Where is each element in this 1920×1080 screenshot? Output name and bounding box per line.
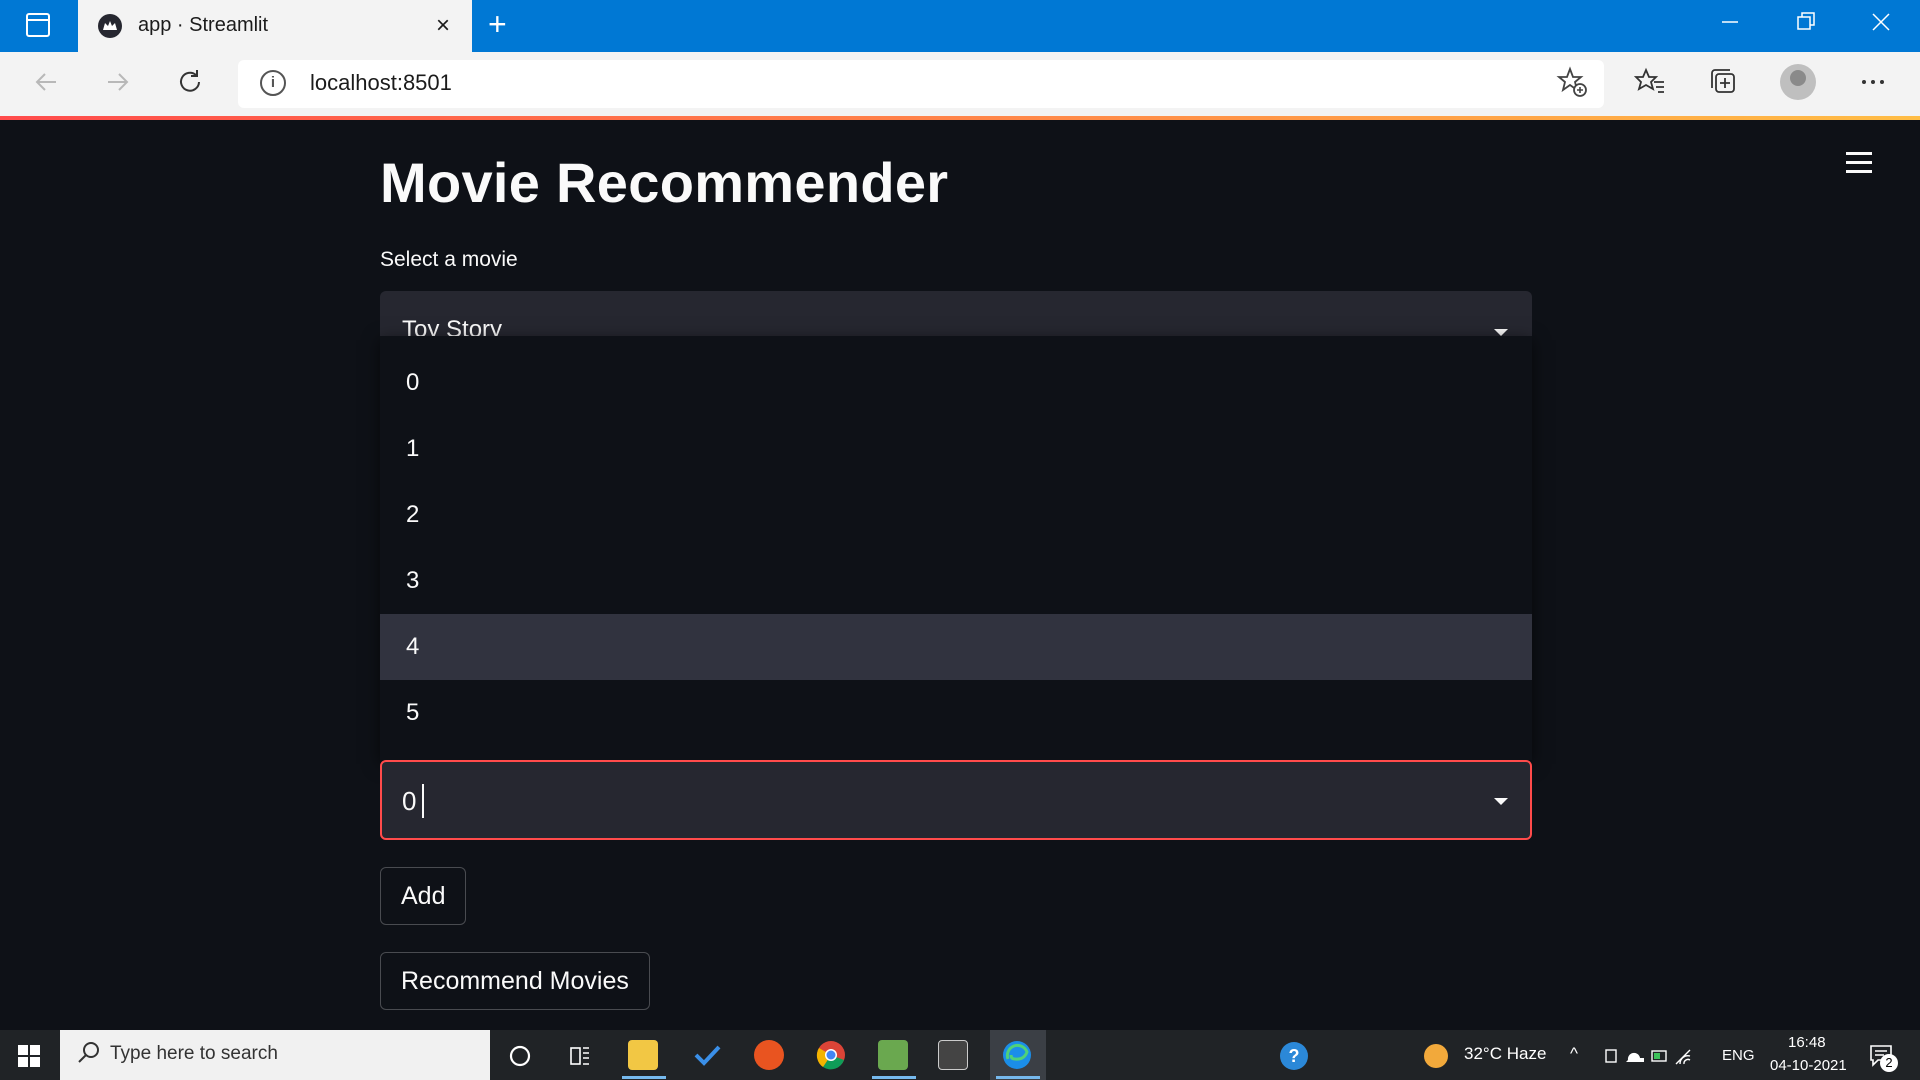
dropdown-option[interactable]: 2: [380, 482, 1532, 548]
clock-time[interactable]: 16:48: [1788, 1034, 1826, 1051]
favorite-add-icon[interactable]: [1556, 66, 1588, 105]
refresh-icon[interactable]: [174, 66, 206, 106]
chevron-down-icon[interactable]: [1494, 329, 1508, 336]
back-arrow-icon[interactable]: [30, 66, 62, 106]
weather-text[interactable]: 32°C Haze: [1464, 1044, 1546, 1064]
dropdown-option[interactable]: 1: [380, 416, 1532, 482]
page-title: Movie Recommender: [380, 151, 949, 214]
chevron-down-icon[interactable]: [1494, 798, 1508, 805]
cortana-icon[interactable]: [508, 1044, 532, 1073]
forward-arrow-icon[interactable]: [102, 66, 134, 106]
add-button[interactable]: Add: [380, 867, 467, 925]
active-app-indicator: [996, 1076, 1040, 1079]
clock-date[interactable]: 04-10-2021: [1770, 1057, 1847, 1074]
select-movie-label: Select a movie: [380, 248, 518, 271]
rating-select-value[interactable]: 0: [402, 786, 416, 817]
help-icon[interactable]: ?: [1280, 1042, 1308, 1070]
active-app-indicator: [622, 1076, 666, 1079]
collections-icon[interactable]: [1708, 66, 1740, 105]
dropdown-option[interactable]: 0: [380, 350, 1532, 416]
close-window-icon[interactable]: [1870, 10, 1892, 41]
ubuntu-icon[interactable]: [754, 1040, 784, 1070]
weather-icon: [1424, 1044, 1448, 1068]
streamlit-decoration-bar: [0, 116, 1920, 120]
hamburger-icon[interactable]: [1846, 152, 1872, 174]
dropdown-option[interactable]: 5: [380, 680, 1532, 746]
favorites-icon[interactable]: [1633, 66, 1666, 105]
restore-icon[interactable]: [1796, 10, 1816, 41]
dropdown-option-highlighted[interactable]: 4: [380, 614, 1532, 680]
more-icon[interactable]: [1858, 66, 1888, 105]
active-app-indicator: [872, 1076, 916, 1079]
file-explorer-icon[interactable]: [628, 1040, 658, 1070]
streamlit-icon: [98, 14, 122, 38]
rating-select-input[interactable]: 0: [380, 760, 1532, 840]
chevron-up-icon[interactable]: ^: [1570, 1044, 1578, 1064]
terminal-icon[interactable]: [938, 1040, 968, 1070]
tab-actions-icon[interactable]: [26, 13, 50, 37]
search-icon: [76, 1040, 102, 1072]
windows-icon[interactable]: [18, 1045, 40, 1067]
edge-icon[interactable]: [1002, 1040, 1032, 1075]
image-editor-icon[interactable]: [878, 1040, 908, 1070]
system-tray-icons[interactable]: [1604, 1046, 1692, 1071]
taskbar-search-placeholder: Type here to search: [110, 1043, 278, 1064]
todo-icon[interactable]: [692, 1040, 722, 1075]
minimize-icon[interactable]: [1720, 10, 1740, 41]
tab-close-icon[interactable]: ×: [436, 12, 450, 40]
info-icon[interactable]: i: [260, 70, 286, 96]
tab-title: app · Streamlit: [138, 14, 269, 36]
new-tab-icon[interactable]: +: [488, 8, 507, 40]
url-text[interactable]: localhost:8501: [310, 70, 452, 96]
notification-badge: 2: [1880, 1054, 1898, 1072]
recommend-movies-button[interactable]: Recommend Movies: [380, 952, 650, 1010]
dropdown-option[interactable]: 3: [380, 548, 1532, 614]
language-indicator[interactable]: ENG: [1722, 1047, 1755, 1064]
task-view-icon[interactable]: [568, 1044, 592, 1073]
rating-dropdown-menu: 0 1 2 3 4 5: [380, 336, 1532, 760]
text-cursor: [422, 784, 424, 818]
chrome-icon[interactable]: [816, 1040, 846, 1075]
profile-icon[interactable]: [1780, 64, 1816, 100]
